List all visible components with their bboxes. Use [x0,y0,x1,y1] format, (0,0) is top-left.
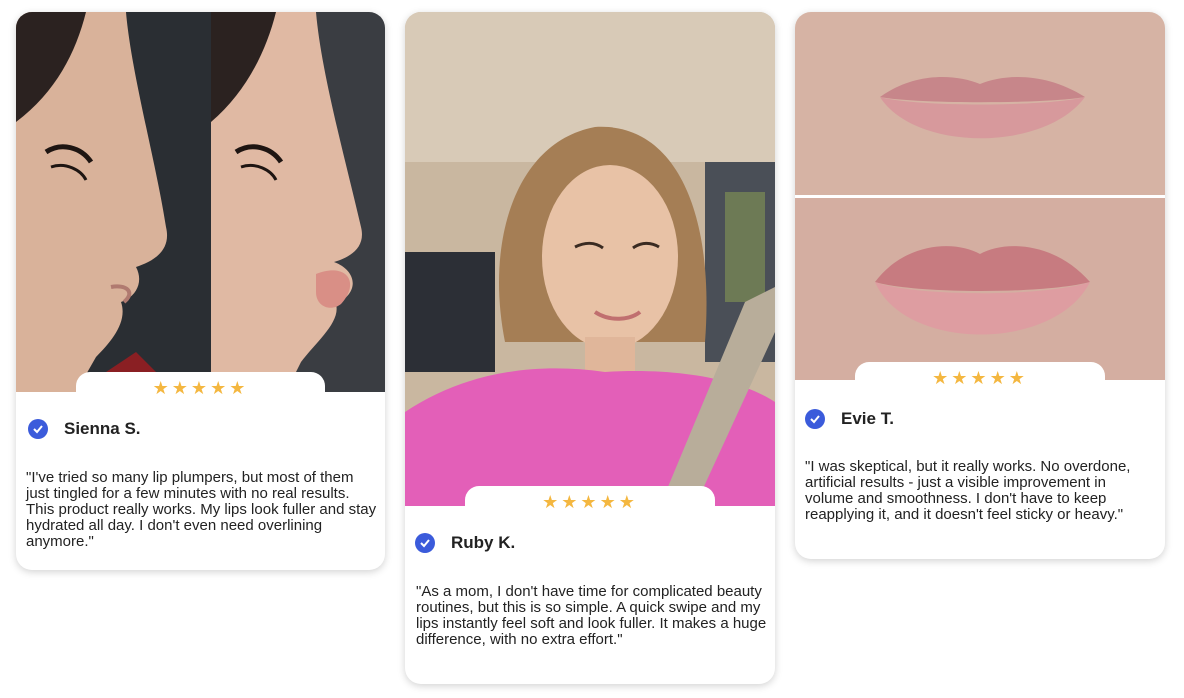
check-circle-icon [415,533,435,553]
review-card: ★★★★★ Sienna S. "I've tried so many lip … [16,12,385,570]
reviewer-header: Ruby K. [415,533,515,553]
star-rating: ★★★★★ [465,486,715,518]
reviewer-name: Evie T. [841,409,894,428]
before-after-lips-photo [795,12,1165,380]
review-text: "I've tried so many lip plumpers, but mo… [26,469,377,550]
before-after-nose-lips-photo [16,12,385,392]
check-circle-icon [28,419,48,439]
review-text: "As a mom, I don't have time for complic… [416,583,767,648]
star-rating: ★★★★★ [855,362,1105,394]
reviewer-header: Sienna S. [28,419,141,439]
review-text: "I was skeptical, but it really works. N… [805,458,1131,523]
check-circle-icon [805,409,825,429]
review-card: ★★★★★ Ruby K. "As a mom, I don't have ti… [405,12,775,684]
star-rating: ★★★★★ [76,372,325,404]
reviewer-name: Sienna S. [64,419,141,438]
selfie-photo [405,12,775,506]
reviewer-name: Ruby K. [451,533,516,552]
reviewer-header: Evie T. [805,409,894,429]
review-card: ★★★★★ Evie T. "I was skeptical, but it r… [795,12,1165,559]
